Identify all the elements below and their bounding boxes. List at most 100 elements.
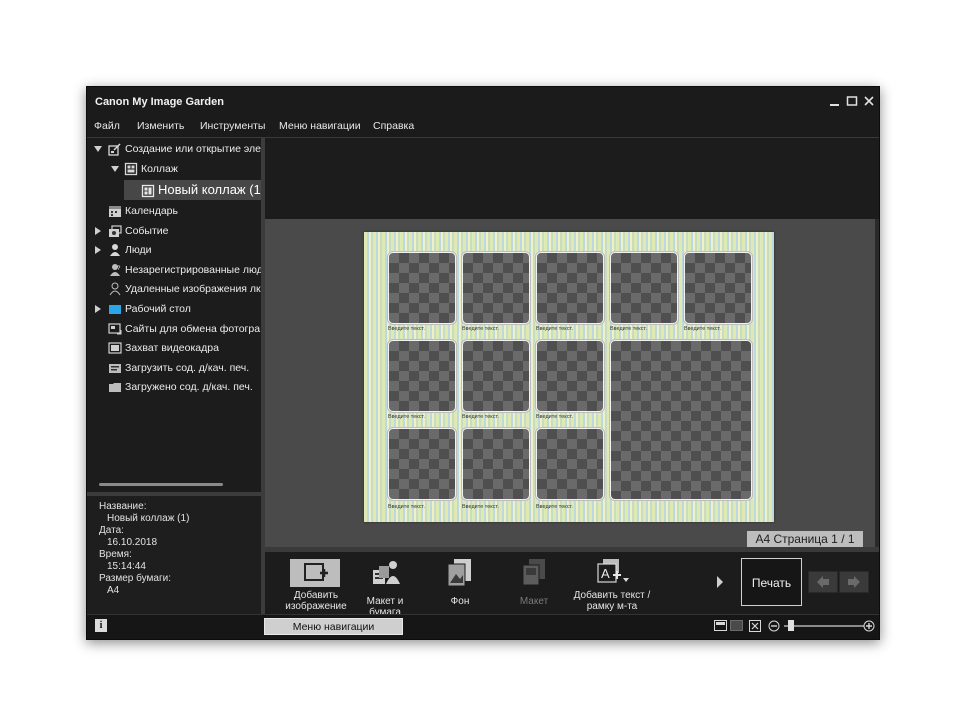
sidebar-item-event[interactable]: Событие [87, 223, 261, 241]
sidebar-item-create[interactable]: Создание или открытие эле [87, 141, 261, 159]
sidebar-item-people[interactable]: Люди [87, 242, 261, 260]
text-caption[interactable]: Введите текст. [610, 326, 647, 332]
background-button[interactable]: Фон [429, 552, 491, 614]
sidebar-item-download[interactable]: Загрузить сод. д/кач. печ. [87, 360, 261, 378]
sidebar-item-label: Удаленные изображения лк [125, 283, 261, 295]
zoom-out-icon[interactable] [768, 620, 780, 632]
text-caption[interactable]: Введите текст. [388, 414, 425, 420]
fit-width-icon[interactable] [714, 620, 727, 631]
fit-page-icon[interactable] [749, 620, 761, 632]
collage-page[interactable]: Введите текст. Введите текст. Введите те… [364, 232, 774, 522]
expand-arrow-icon[interactable] [94, 145, 102, 153]
add-text-frame-button[interactable]: A Добавить текст /рамку м-та [571, 552, 653, 614]
menu-help[interactable]: Справка [373, 120, 414, 132]
detail-name-value: Новый коллаж (1) [107, 513, 190, 524]
collage-icon [124, 162, 138, 176]
close-icon[interactable] [863, 95, 875, 107]
text-caption[interactable]: Введите текст. [536, 326, 573, 332]
menu-edit[interactable]: Изменить [137, 120, 184, 132]
text-caption[interactable]: Введите текст. [462, 414, 499, 420]
sidebar-item-label: Коллаж [141, 163, 178, 175]
sidebar: Создание или открытие эле Коллаж Новый к… [87, 138, 261, 492]
sidebar-item-downloaded[interactable]: Загружено сод. д/кач. печ. [87, 379, 261, 397]
sidebar-item-calendar[interactable]: Календарь [87, 203, 261, 221]
image-frame-large[interactable] [610, 340, 752, 500]
collapsed-arrow-icon[interactable] [94, 246, 102, 254]
image-frame[interactable] [462, 252, 530, 324]
text-caption[interactable]: Введите текст. [388, 504, 425, 510]
create-icon [108, 143, 121, 156]
sidebar-item-unregistered[interactable]: ? Незарегистрированные люд [87, 262, 261, 280]
layout-paper-button[interactable]: Макет и бумага [351, 552, 419, 618]
add-image-button[interactable]: Добавить изображение [285, 552, 347, 614]
sidebar-item-label: Загрузить сод. д/кач. печ. [125, 362, 250, 374]
zoom-in-icon[interactable] [863, 620, 875, 632]
sidebar-item-label: Календарь [125, 205, 178, 217]
menu-tools[interactable]: Инструменты [200, 120, 265, 132]
video-capture-icon [108, 342, 122, 354]
image-frame[interactable] [388, 252, 456, 324]
minimize-icon[interactable] [829, 95, 841, 107]
sidebar-item-deleted[interactable]: Удаленные изображения лк [87, 281, 261, 299]
sidebar-item-label: Сайты для обмена фотогра [125, 323, 261, 335]
canvas-vertical-scrollbar[interactable] [875, 219, 879, 547]
background-label: Фон [450, 596, 470, 607]
sidebar-item-share-sites[interactable]: Сайты для обмена фотогра [87, 321, 261, 339]
image-frame[interactable] [388, 428, 456, 500]
details-panel: Название: Новый коллаж (1) Дата: 16.10.2… [87, 496, 261, 614]
image-frame[interactable] [536, 428, 604, 500]
share-sites-icon [108, 323, 122, 335]
deleted-person-icon [109, 282, 121, 296]
next-page-button[interactable] [839, 571, 869, 593]
text-caption[interactable]: Введите текст. [388, 326, 425, 332]
collapsed-arrow-icon[interactable] [94, 305, 102, 313]
sidebar-item-new-collage[interactable]: Новый коллаж (1) [87, 181, 261, 201]
menu-bar: Файл Изменить Инструменты Меню навигации… [87, 116, 879, 138]
add-image-label: Добавить изображение [285, 590, 347, 612]
collapsed-arrow-icon[interactable] [94, 227, 102, 235]
maximize-icon[interactable] [846, 95, 858, 107]
layout-icon [522, 559, 545, 586]
svg-text:?: ? [117, 266, 121, 272]
navigation-menu-button[interactable]: Меню навигации [264, 618, 403, 635]
page-indicator: A4 Страница 1 / 1 [747, 531, 863, 548]
text-caption[interactable]: Введите текст. [536, 504, 573, 510]
image-frame[interactable] [684, 252, 752, 324]
collage-doc-icon [141, 184, 155, 198]
add-text-frame-label: Добавить текст /рамку м-та [573, 590, 651, 612]
text-caption[interactable]: Введите текст. [462, 326, 499, 332]
sidebar-item-desktop[interactable]: Рабочий стол [87, 301, 261, 319]
event-icon [109, 225, 122, 237]
image-frame[interactable] [388, 340, 456, 412]
download-icon [109, 364, 121, 373]
prev-page-button[interactable] [808, 571, 838, 593]
menu-navigation[interactable]: Меню навигации [279, 120, 361, 132]
sidebar-item-label: Рабочий стол [125, 303, 191, 315]
text-caption[interactable]: Введите текст. [462, 504, 499, 510]
menu-file[interactable]: Файл [94, 120, 120, 132]
sidebar-item-label: Люди [125, 244, 152, 256]
detail-time-label: Время: [99, 549, 132, 560]
desktop-folder-icon [109, 305, 121, 314]
sidebar-item-collage[interactable]: Коллаж [87, 161, 261, 179]
sidebar-item-video-capture[interactable]: Захват видеокадра [87, 340, 261, 358]
zoom-slider-thumb[interactable] [787, 620, 794, 631]
layout-button[interactable]: Макет [503, 552, 565, 614]
info-button[interactable]: i [95, 619, 107, 632]
sidebar-horizontal-scrollbar[interactable] [99, 483, 223, 486]
sidebar-item-label: Новый коллаж (1) [158, 182, 261, 197]
image-frame[interactable] [462, 340, 530, 412]
thumbnail-view-icon[interactable] [730, 620, 743, 631]
print-button[interactable]: Печать [741, 558, 802, 606]
image-frame[interactable] [610, 252, 678, 324]
text-caption[interactable]: Введите текст. [684, 326, 721, 332]
expand-arrow-icon[interactable] [111, 165, 119, 173]
image-frame[interactable] [536, 340, 604, 412]
play-icon[interactable] [715, 575, 725, 589]
calendar-icon [109, 206, 121, 217]
image-frame[interactable] [462, 428, 530, 500]
zoom-slider-track[interactable] [784, 625, 864, 627]
text-caption[interactable]: Введите текст. [536, 414, 573, 420]
detail-date-value: 16.10.2018 [107, 537, 158, 548]
image-frame[interactable] [536, 252, 604, 324]
